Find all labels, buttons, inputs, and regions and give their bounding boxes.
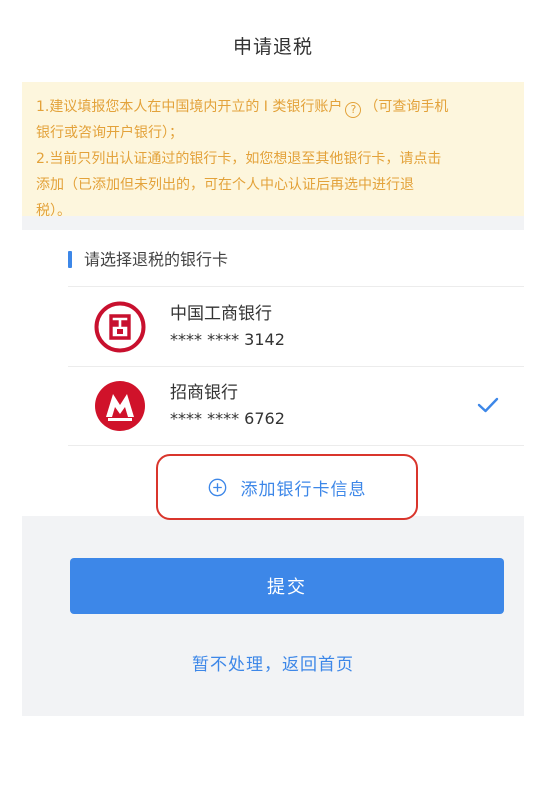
section-title: 请选择退税的银行卡	[84, 250, 229, 269]
checkmark-icon	[477, 397, 499, 413]
nav-header: 申请退税	[22, 0, 524, 82]
bank-card-item[interactable]: 中国工商银行 **** **** 3142	[68, 286, 524, 366]
bank-card-item[interactable]: 招商银行 **** **** 6762	[68, 366, 524, 446]
notice-line-1: 1.建议填报您本人在中国境内开立的 I 类银行账户? （可查询手机	[36, 94, 510, 120]
help-icon[interactable]: ?	[345, 102, 362, 118]
section-header: 请选择退税的银行卡	[22, 230, 524, 286]
add-bank-card-button[interactable]: 添加银行卡信息	[156, 454, 418, 520]
notice-text: （可查询手机	[364, 99, 449, 115]
notice-text: 1.建议填报您本人在中国境内开立的 I 类银行账户	[36, 99, 343, 115]
notice-line-2: 银行或咨询开户银行）；	[36, 125, 183, 141]
submit-button[interactable]: 提交	[70, 558, 504, 614]
icbc-logo-icon	[94, 301, 146, 352]
cmb-logo-icon	[95, 381, 145, 431]
bank-card-number: **** **** 3142	[170, 329, 285, 349]
plus-circle-icon	[208, 478, 226, 496]
notice-line-3: 2.当前只列出认证通过的银行卡，如您想退至其他银行卡，请点击	[36, 151, 442, 167]
page-title: 申请退税	[232, 35, 313, 58]
notice-banner: 1.建议填报您本人在中国境内开立的 I 类银行账户? （可查询手机 银行或咨询开户…	[22, 82, 524, 219]
page-bottom	[0, 716, 552, 786]
notice-line-5: 税）。	[36, 203, 71, 219]
add-bank-card-label: 添加银行卡信息	[240, 479, 367, 500]
bank-name: 中国工商银行	[170, 303, 272, 324]
section-accent-bar	[68, 251, 72, 268]
notice-line-4: 添加（已添加但未列出的，可在个人中心认证后再选中进行退	[36, 177, 414, 193]
bank-info: 中国工商银行 **** **** 3142	[170, 302, 285, 352]
bank-name: 招商银行	[170, 383, 238, 403]
return-home-link[interactable]: 暂不处理，返回首页	[22, 650, 524, 675]
bank-card-number: **** **** 6762	[170, 409, 285, 428]
bank-info: 招商银行 **** **** 6762	[170, 381, 285, 431]
app-screen: 申请退税 1.建议填报您本人在中国境内开立的 I 类银行账户? （可查询手机 银行…	[22, 0, 524, 786]
